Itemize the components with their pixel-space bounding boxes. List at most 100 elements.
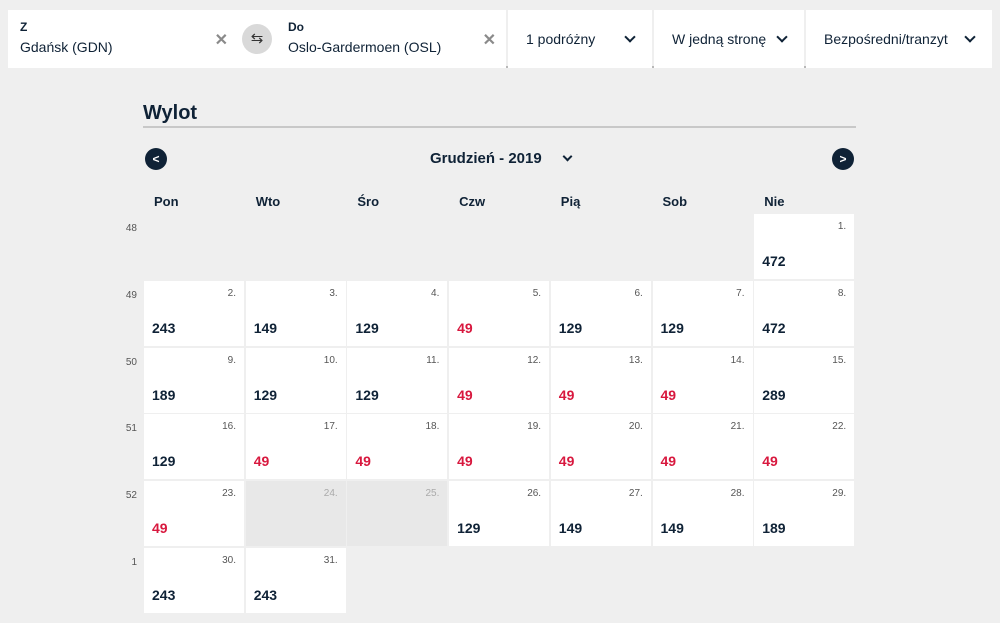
calendar-day[interactable]: 7. 129 xyxy=(652,280,753,346)
week-number: 1 xyxy=(131,557,137,568)
day-number: 28. xyxy=(730,488,745,500)
day-number: 19. xyxy=(527,421,542,433)
day-price: 129 xyxy=(558,319,583,336)
calendar-day[interactable]: 20. 49 xyxy=(550,414,651,480)
day-number: 22. xyxy=(832,421,847,433)
calendar-day[interactable]: 5. 49 xyxy=(449,280,550,346)
calendar-day[interactable]: 23. 49 xyxy=(144,481,244,547)
day-price: 149 xyxy=(253,319,278,336)
day-price: 472 xyxy=(762,253,786,269)
destination-label: Do xyxy=(288,20,304,34)
calendar-day[interactable]: 30. 243 xyxy=(144,548,244,613)
day-number: 27. xyxy=(628,488,643,500)
destination-field[interactable]: Do Oslo-Gardermoen (OSL) ✕ xyxy=(256,10,506,68)
weekday-label: Pią xyxy=(560,194,581,209)
day-number: 11. xyxy=(426,354,440,366)
destination-value[interactable]: Oslo-Gardermoen (OSL) xyxy=(288,39,441,55)
day-price: 243 xyxy=(152,319,176,336)
day-price: 129 xyxy=(660,319,684,336)
origin-field[interactable]: Z Gdańsk (GDN) ✕ xyxy=(8,10,256,68)
weekday-label: Nie xyxy=(764,194,785,209)
weekday-label: Pon xyxy=(154,194,179,209)
calendar-day[interactable]: 19. 49 xyxy=(449,414,550,480)
calendar-day[interactable]: 4. 129 xyxy=(347,280,448,346)
trip-type-dropdown[interactable]: W jedną stronę xyxy=(654,10,804,68)
day-price: 243 xyxy=(152,587,176,603)
calendar-day[interactable]: 18. 49 xyxy=(347,414,448,480)
week-number: 48 xyxy=(125,223,137,234)
calendar-day[interactable]: 13. 49 xyxy=(550,347,651,413)
calendar-day-disabled: 25. xyxy=(347,481,448,547)
chevron-down-icon xyxy=(776,30,788,43)
calendar-day[interactable]: 21. 49 xyxy=(652,414,753,480)
week-number: 49 xyxy=(125,289,137,301)
clear-destination-icon[interactable]: ✕ xyxy=(483,30,496,50)
calendar-day[interactable]: 17. 49 xyxy=(245,414,346,480)
swap-icon[interactable]: ⇆ xyxy=(242,24,272,54)
day-number: 18. xyxy=(425,421,440,433)
chevron-down-icon xyxy=(624,30,636,43)
stops-value: Bezpośredni/tranzyt xyxy=(824,31,948,47)
day-number: 8. xyxy=(837,287,847,299)
weekday-label: Wto xyxy=(255,194,281,209)
next-month-icon[interactable]: > xyxy=(832,148,854,170)
calendar-day[interactable]: 1. 472 xyxy=(754,214,855,279)
day-number: 15. xyxy=(832,354,847,366)
day-number: 23. xyxy=(222,488,236,500)
lowest-price: 49 xyxy=(660,453,677,470)
calendar-day[interactable]: 27. 149 xyxy=(550,481,651,547)
calendar-day[interactable]: 31. 243 xyxy=(245,548,346,613)
calendar-day[interactable]: 15. 289 xyxy=(754,347,855,413)
calendar-day[interactable]: 2. 243 xyxy=(144,280,244,346)
day-number: 26. xyxy=(527,488,542,500)
chevron-down-icon xyxy=(964,30,976,43)
origin-label: Z xyxy=(20,20,28,34)
day-price: 189 xyxy=(762,520,786,537)
week-number: 50 xyxy=(125,356,137,368)
stops-dropdown[interactable]: Bezpośredni/tranzyt xyxy=(806,10,992,68)
day-number: 9. xyxy=(227,354,236,366)
lowest-price: 49 xyxy=(152,520,168,537)
calendar-day[interactable]: 11. 129 xyxy=(347,347,448,413)
day-price: 472 xyxy=(762,319,786,336)
calendar-day[interactable]: 10. 129 xyxy=(245,347,346,413)
month-select[interactable]: Grudzień - 2019 xyxy=(430,150,542,167)
day-number: 1. xyxy=(837,221,847,232)
day-price: 149 xyxy=(558,520,583,537)
calendar-day[interactable]: 16. 129 xyxy=(144,414,244,480)
week-number: 51 xyxy=(125,423,137,435)
day-number: 17. xyxy=(323,421,338,433)
calendar-day[interactable]: 6. 129 xyxy=(550,280,651,346)
calendar-day[interactable]: 29. 189 xyxy=(754,481,855,547)
calendar-day-disabled: 24. xyxy=(245,481,346,547)
clear-origin-icon[interactable]: ✕ xyxy=(215,30,228,50)
origin-value[interactable]: Gdańsk (GDN) xyxy=(20,39,113,55)
calendar-day[interactable]: 12. 49 xyxy=(449,347,550,413)
lowest-price: 49 xyxy=(253,453,270,470)
day-number: 13. xyxy=(628,354,643,366)
day-number: 21. xyxy=(730,421,745,433)
day-price: 129 xyxy=(457,520,481,537)
week-number: 52 xyxy=(125,490,137,502)
previous-month-icon[interactable]: < xyxy=(145,148,167,170)
calendar-day[interactable]: 3. 149 xyxy=(245,280,346,346)
travelers-dropdown[interactable]: 1 podróżny xyxy=(508,10,652,68)
trip-type-value: W jedną stronę xyxy=(672,31,767,47)
calendar-day[interactable]: 26. 129 xyxy=(449,481,550,547)
day-price: 129 xyxy=(355,319,379,336)
calendar-day[interactable]: 22. 49 xyxy=(754,414,855,480)
calendar-day[interactable]: 14. 49 xyxy=(652,347,753,413)
day-price: 149 xyxy=(660,520,684,537)
calendar-day[interactable]: 9. 189 xyxy=(144,347,244,413)
calendar-title: Wylot xyxy=(143,102,856,128)
day-number: 3. xyxy=(329,287,338,299)
calendar-day[interactable]: 28. 149 xyxy=(652,481,753,547)
day-number: 20. xyxy=(628,421,643,433)
day-number: 24. xyxy=(323,488,338,500)
lowest-price: 49 xyxy=(457,386,473,403)
day-price: 189 xyxy=(152,386,176,403)
lowest-price: 49 xyxy=(457,319,473,336)
chevron-down-icon[interactable] xyxy=(562,151,573,162)
calendar-day[interactable]: 8. 472 xyxy=(754,280,855,346)
lowest-price: 49 xyxy=(457,453,473,470)
